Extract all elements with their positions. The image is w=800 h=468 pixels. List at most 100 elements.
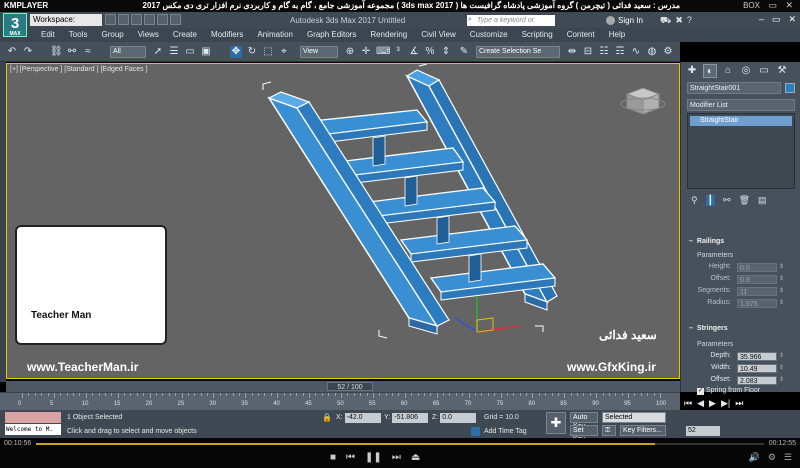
named-selection-sets-dropdown[interactable]: Create Selection Se <box>476 46 560 58</box>
param-value[interactable]: 0.0 <box>737 263 777 272</box>
video-progress-bar[interactable] <box>36 443 764 445</box>
playlist-icon[interactable]: ☰ <box>784 452 792 463</box>
menu-scripting[interactable]: Scripting <box>515 28 560 42</box>
next-icon[interactable]: ⏭ <box>392 452 401 463</box>
snaps-toggle-icon[interactable]: ³ <box>392 46 404 58</box>
sign-in-button[interactable]: Sign In <box>618 16 643 25</box>
checkbox-check-icon[interactable]: ✓ <box>697 388 704 395</box>
time-slider[interactable]: 52 / 100 <box>6 381 680 392</box>
spinner-icon[interactable]: ⇕ <box>779 263 784 270</box>
undo-icon[interactable] <box>144 14 155 25</box>
settings-icon[interactable]: ⚙ <box>768 452 776 463</box>
search-input[interactable]: Type a keyword or phrase <box>467 14 555 35</box>
selection-filter-dropdown[interactable]: All <box>110 46 146 58</box>
current-frame-field[interactable]: 52 <box>686 426 720 436</box>
maximize-icon[interactable]: ▭ <box>772 14 781 25</box>
select-by-name-icon[interactable]: ☰ <box>168 46 180 58</box>
scale-icon[interactable]: ⬚ <box>262 46 274 58</box>
stringers-offset-field[interactable]: Offset: 2.083 ⇕ <box>691 376 795 386</box>
menu-civil-view[interactable]: Civil View <box>414 28 463 42</box>
object-name-field[interactable]: StraightStair001 <box>687 82 781 94</box>
transform-gizmo[interactable] <box>454 296 522 333</box>
railings-segments-field[interactable]: Segments: 11 ⇕ <box>691 287 795 297</box>
move-icon[interactable]: ✥ <box>230 46 242 58</box>
display-tab-icon[interactable]: ▭ <box>757 64 771 78</box>
maxscript-welcome-field[interactable]: Welcome to M. <box>5 424 61 435</box>
redo-icon[interactable] <box>157 14 168 25</box>
selected-dropdown[interactable]: Selected <box>602 412 666 423</box>
stringers-rollout-header[interactable]: Stringers <box>689 325 728 332</box>
render-setup-icon[interactable]: ⚙ <box>662 46 674 58</box>
modifier-stack-item[interactable]: StraightStair <box>690 116 792 126</box>
player-box-badge[interactable]: BOX <box>743 1 760 10</box>
workspace-dropdown[interactable]: Workspace: Default <box>30 14 102 36</box>
stringers-depth-field[interactable]: Depth: 35.966 ⇕ <box>691 352 795 362</box>
reference-coordinate-dropdown[interactable]: View <box>300 46 338 58</box>
next-frame-icon[interactable]: ▶| <box>721 398 730 409</box>
player-window-controls[interactable]: ▭ ✕ <box>768 0 796 11</box>
menu-graph-editors[interactable]: Graph Editors <box>300 28 363 42</box>
edit-named-selection-icon[interactable]: ✎ <box>458 46 470 58</box>
perspective-viewport[interactable]: [+] [Perspective ] [Standard ] [Edged Fa… <box>6 63 680 379</box>
auto-key-button[interactable]: Auto Key <box>570 412 598 430</box>
redo-icon[interactable]: ↷ <box>22 46 34 58</box>
menu-views[interactable]: Views <box>131 28 166 42</box>
add-time-tag[interactable]: Add Time Tag <box>484 428 527 435</box>
hierarchy-tab-icon[interactable]: ⌂ <box>721 64 735 78</box>
railings-rollout-header[interactable]: Railings <box>689 238 724 245</box>
x-coordinate[interactable]: X: -42.0 <box>336 413 381 423</box>
create-tab-icon[interactable]: ✚ <box>685 64 699 78</box>
param-value[interactable]: 2.083 <box>737 376 777 385</box>
curve-editor-icon[interactable]: ∿ <box>630 46 642 58</box>
maxscript-listener-mini[interactable] <box>5 412 61 423</box>
spinner-icon[interactable]: ⇕ <box>779 299 784 306</box>
make-unique-icon[interactable]: ⚯ <box>723 195 731 206</box>
spinner-icon[interactable]: ⇕ <box>779 275 784 282</box>
exchange-icon[interactable]: ✖ <box>675 15 683 27</box>
staircase-model[interactable] <box>267 69 558 335</box>
rectangular-selection-icon[interactable]: ▭ <box>184 46 196 58</box>
spinner-snap-icon[interactable]: ⇕ <box>440 46 452 58</box>
mirror-icon[interactable]: ⇹ <box>566 46 578 58</box>
bind-space-warp-icon[interactable]: ≈ <box>82 46 94 58</box>
select-manipulate-icon[interactable]: ✛ <box>360 46 372 58</box>
x-value[interactable]: -42.0 <box>344 413 381 423</box>
keyboard-shortcut-icon[interactable]: ⌨ <box>376 46 390 58</box>
menu-customize[interactable]: Customize <box>463 28 515 42</box>
railings-offset-field[interactable]: Offset: 0.9 ⇕ <box>691 275 795 285</box>
close-icon[interactable]: ✕ <box>788 14 796 25</box>
remove-modifier-icon[interactable]: 🗑 <box>739 195 750 206</box>
undo-icon[interactable]: ↶ <box>6 46 18 58</box>
viewcube[interactable] <box>620 87 666 115</box>
menu-modifiers[interactable]: Modifiers <box>204 28 250 42</box>
utilities-tab-icon[interactable]: ⚒ <box>775 64 789 78</box>
go-to-start-icon[interactable]: ⏮ <box>684 398 692 409</box>
param-value[interactable]: 35.966 <box>737 352 777 361</box>
unlink-icon[interactable]: ⚯ <box>66 46 78 58</box>
layer-explorer-icon[interactable]: ☷ <box>598 46 610 58</box>
spinner-icon[interactable]: ⇕ <box>779 352 784 359</box>
pivot-point-icon[interactable]: ⊕ <box>344 46 356 58</box>
eject-icon[interactable]: ⏏ <box>411 452 420 463</box>
menu-group[interactable]: Group <box>94 28 130 42</box>
pin-stack-icon[interactable]: ⚲ <box>691 195 698 206</box>
volume-icon[interactable]: 🔊 <box>749 452 760 463</box>
open-file-icon[interactable] <box>118 14 129 25</box>
select-object-icon[interactable]: ➚ <box>152 46 164 58</box>
object-color-swatch[interactable] <box>785 83 795 93</box>
menu-tools[interactable]: Tools <box>62 28 95 42</box>
scene-explorer-icon[interactable]: ☶ <box>614 46 626 58</box>
menu-rendering[interactable]: Rendering <box>363 28 414 42</box>
app-logo[interactable]: 3 MAX <box>3 13 27 37</box>
spinner-icon[interactable]: ⇕ <box>779 376 784 383</box>
key-filters-button[interactable]: Key Filters... <box>620 425 666 436</box>
pause-icon[interactable]: ❚❚ <box>365 452 382 463</box>
new-file-icon[interactable] <box>105 14 116 25</box>
key-icon[interactable]: ⚿ <box>602 425 616 436</box>
railings-height-field[interactable]: Height: 0.0 ⇕ <box>691 263 795 273</box>
stringers-width-field[interactable]: Width: 10.49 ⇕ <box>691 364 795 374</box>
project-folder-icon[interactable] <box>170 14 181 25</box>
play-icon[interactable]: ▶ <box>709 398 716 409</box>
param-value[interactable]: 0.9 <box>737 275 777 284</box>
minimize-icon[interactable]: – <box>759 14 764 25</box>
